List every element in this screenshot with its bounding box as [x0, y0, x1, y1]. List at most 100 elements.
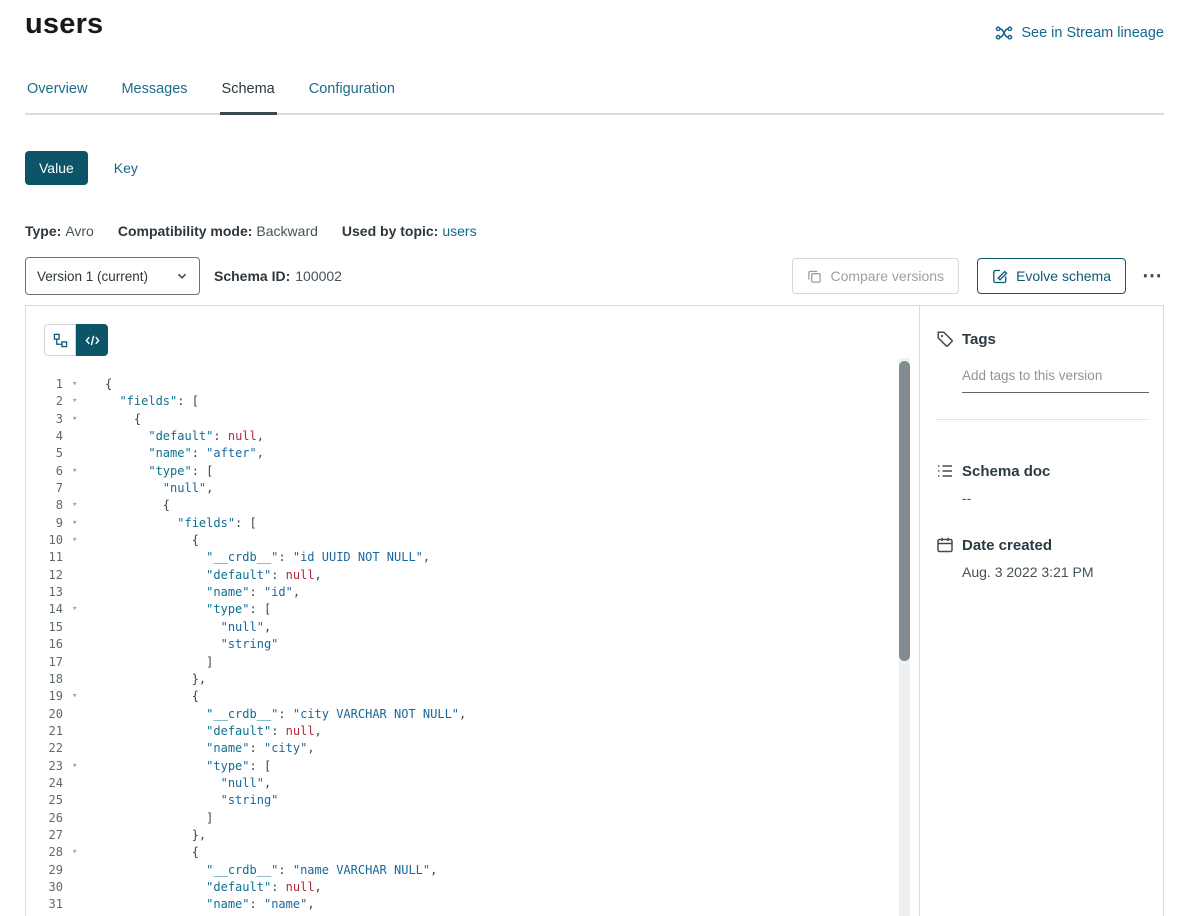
schema-id-value: 100002	[295, 268, 342, 284]
code-view-icon	[85, 333, 100, 348]
code-line: 6▾ "type": [	[26, 463, 919, 480]
schema-meta-row: Type:Avro Compatibility mode:Backward Us…	[25, 223, 1164, 239]
value-toggle-button[interactable]: Value	[25, 151, 88, 185]
type-label: Type:	[25, 223, 61, 239]
fold-spacer	[63, 896, 105, 913]
compatibility-label: Compatibility mode:	[118, 223, 253, 239]
fold-arrow-icon[interactable]: ▾	[63, 463, 105, 480]
code-line: 4 "default": null,	[26, 428, 919, 445]
calendar-icon	[936, 536, 954, 554]
code-line: 2▾ "fields": [	[26, 393, 919, 410]
line-number: 23	[26, 758, 63, 775]
fold-arrow-icon[interactable]: ▾	[63, 376, 105, 393]
evolve-schema-button[interactable]: Evolve schema	[977, 258, 1126, 294]
code-text: "string"	[105, 636, 919, 653]
code-line: 28▾ {	[26, 844, 919, 861]
tab-overview[interactable]: Overview	[25, 73, 89, 113]
line-number: 26	[26, 810, 63, 827]
schema-id-label: Schema ID:	[214, 268, 290, 284]
fold-arrow-icon[interactable]: ▾	[63, 601, 105, 618]
code-text: ]	[105, 810, 919, 827]
line-number: 30	[26, 879, 63, 896]
tab-configuration[interactable]: Configuration	[307, 73, 397, 113]
version-toolbar: Version 1 (current) Schema ID: 100002 Co…	[25, 257, 1164, 295]
code-text: "name": "name",	[105, 896, 919, 913]
code-text: "name": "id",	[105, 584, 919, 601]
fold-arrow-icon[interactable]: ▾	[63, 515, 105, 532]
schema-doc-section: Schema doc --	[936, 462, 1149, 506]
fold-spacer	[63, 723, 105, 740]
editor-scrollbar[interactable]	[899, 358, 910, 916]
version-select-value: Version 1 (current)	[37, 269, 148, 284]
tags-section-header: Tags	[936, 330, 1149, 348]
code-text: "default": null,	[105, 723, 919, 740]
scrollbar-thumb[interactable]	[899, 361, 910, 661]
fold-arrow-icon[interactable]: ▾	[63, 411, 105, 428]
code-line: 3▾ {	[26, 411, 919, 428]
code-line: 21 "default": null,	[26, 723, 919, 740]
schema-sidebar: Tags Schema doc --	[919, 306, 1163, 916]
schema-page: users See in Stream lineage Overview Mes…	[0, 8, 1189, 916]
add-tags-input[interactable]	[962, 364, 1149, 393]
schema-doc-header: Schema doc	[936, 462, 1149, 480]
fold-arrow-icon[interactable]: ▾	[63, 688, 105, 705]
fold-arrow-icon[interactable]: ▾	[63, 393, 105, 410]
tree-view-button[interactable]	[44, 324, 76, 356]
compare-versions-label: Compare versions	[830, 268, 944, 284]
code-line: 8▾ {	[26, 497, 919, 514]
editor-view-toggle	[44, 324, 919, 356]
line-number: 2	[26, 393, 63, 410]
code-line: 9▾ "fields": [	[26, 515, 919, 532]
code-view-button[interactable]	[76, 324, 108, 356]
fold-arrow-icon[interactable]: ▾	[63, 844, 105, 861]
fold-spacer	[63, 879, 105, 896]
code-text: },	[105, 671, 919, 688]
tab-schema[interactable]: Schema	[220, 73, 277, 115]
line-number: 5	[26, 445, 63, 462]
compatibility-value: Backward	[256, 223, 317, 239]
used-by-topic-link[interactable]: users	[442, 223, 476, 239]
fold-arrow-icon[interactable]: ▾	[63, 497, 105, 514]
code-text: "type": [	[105, 601, 919, 618]
code-text: "fields": [	[105, 393, 919, 410]
compare-versions-button[interactable]: Compare versions	[792, 258, 959, 294]
fold-spacer	[63, 671, 105, 688]
line-number: 13	[26, 584, 63, 601]
code-line: 26 ]	[26, 810, 919, 827]
line-number: 17	[26, 654, 63, 671]
topic-meta: Used by topic:users	[342, 223, 477, 239]
code-text: "null",	[105, 619, 919, 636]
line-number: 9	[26, 515, 63, 532]
version-select[interactable]: Version 1 (current)	[25, 257, 200, 295]
date-created-value: Aug. 3 2022 3:21 PM	[962, 564, 1149, 580]
code-line: 20 "__crdb__": "city VARCHAR NOT NULL",	[26, 706, 919, 723]
fold-arrow-icon[interactable]: ▾	[63, 758, 105, 775]
line-number: 24	[26, 775, 63, 792]
stream-lineage-link[interactable]: See in Stream lineage	[995, 24, 1164, 42]
code-area[interactable]: 1▾{2▾ "fields": [3▾ {4 "default": null,5…	[26, 376, 919, 916]
code-line: 17 ]	[26, 654, 919, 671]
line-number: 8	[26, 497, 63, 514]
line-number: 31	[26, 896, 63, 913]
more-actions-button[interactable]: ⋯	[1142, 266, 1164, 286]
tags-title: Tags	[962, 331, 996, 348]
tab-messages[interactable]: Messages	[119, 73, 189, 113]
code-line: 23▾ "type": [	[26, 758, 919, 775]
fold-spacer	[63, 810, 105, 827]
date-created-title: Date created	[962, 537, 1052, 554]
code-text: "fields": [	[105, 515, 919, 532]
code-text: "string"	[105, 792, 919, 809]
fold-spacer	[63, 567, 105, 584]
code-text: "__crdb__": "name VARCHAR NULL",	[105, 862, 919, 879]
code-line: 12 "default": null,	[26, 567, 919, 584]
fold-arrow-icon[interactable]: ▾	[63, 532, 105, 549]
key-toggle-button[interactable]: Key	[100, 151, 152, 185]
fold-spacer	[63, 654, 105, 671]
code-text: ]	[105, 654, 919, 671]
code-line: 1▾{	[26, 376, 919, 393]
type-meta: Type:Avro	[25, 223, 94, 239]
line-number: 3	[26, 411, 63, 428]
code-line: 30 "default": null,	[26, 879, 919, 896]
schema-doc-value: --	[962, 490, 1149, 506]
line-number: 19	[26, 688, 63, 705]
